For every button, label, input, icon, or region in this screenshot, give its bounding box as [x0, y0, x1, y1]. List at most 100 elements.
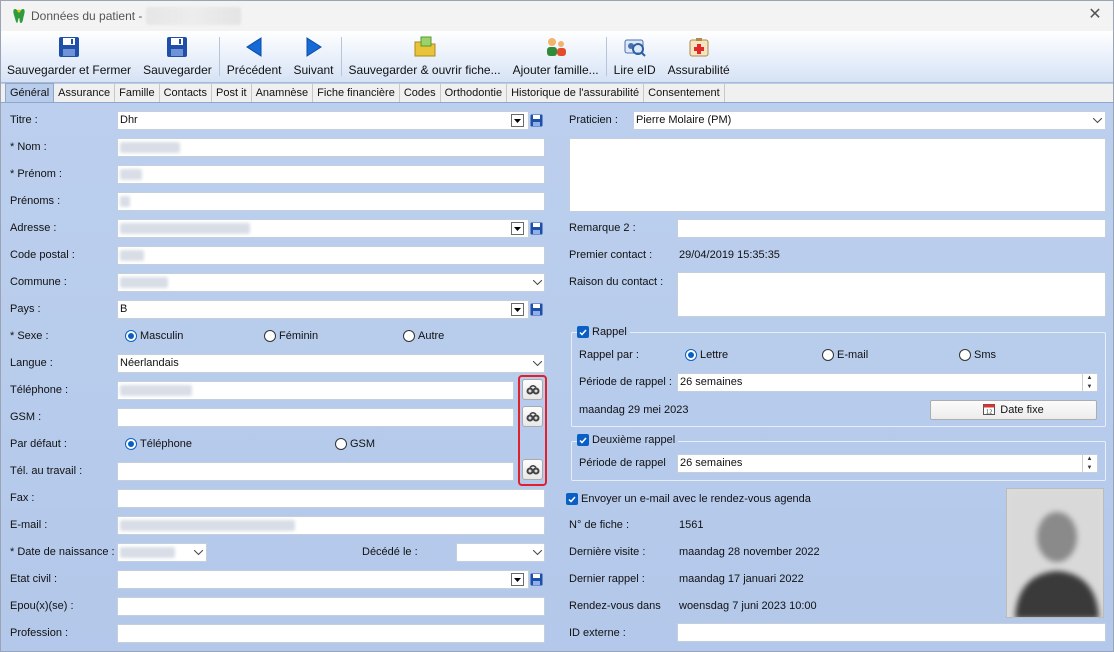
- sexe-feminin-radio[interactable]: Féminin: [264, 330, 318, 342]
- rappel-date-value: maandag 29 mei 2023: [579, 404, 689, 416]
- titre-save-icon[interactable]: [529, 113, 543, 127]
- id-card-icon: [622, 34, 648, 60]
- tab-contacts[interactable]: Contacts: [160, 84, 212, 102]
- tab-historique-assurabilite[interactable]: Historique de l'assurabilité: [507, 84, 645, 102]
- id-externe-input[interactable]: [677, 623, 1106, 642]
- etat-civil-label: Etat civil :: [10, 573, 58, 585]
- par-defaut-label: Par défaut :: [10, 438, 67, 450]
- email-input[interactable]: [117, 516, 545, 535]
- sexe-masculin-radio[interactable]: Masculin: [125, 330, 183, 342]
- spin-up-icon[interactable]: ▲: [1083, 455, 1096, 464]
- pays-save-icon[interactable]: [529, 302, 543, 316]
- insurability-button[interactable]: Assurabilité: [662, 31, 736, 82]
- prenoms-input[interactable]: [117, 192, 545, 211]
- adresse-dropdown-icon[interactable]: [511, 222, 524, 235]
- tab-fiche-financiere[interactable]: Fiche financière: [313, 84, 400, 102]
- pays-select[interactable]: B: [117, 300, 529, 319]
- chevron-down-icon[interactable]: [1091, 112, 1103, 129]
- check-icon: [577, 434, 589, 446]
- pays-dropdown-icon[interactable]: [511, 303, 524, 316]
- add-family-button[interactable]: Ajouter famille...: [507, 31, 605, 82]
- tel-travail-label: Tél. au travail :: [10, 465, 83, 477]
- toolbar: Sauvegarder et Fermer Sauvegarder Précéd…: [1, 31, 1113, 83]
- rappel-sms-radio[interactable]: Sms: [959, 349, 996, 361]
- pays-label: Pays :: [10, 303, 41, 315]
- derniere-visite-label: Dernière visite :: [569, 546, 646, 558]
- envoyer-email-checkbox[interactable]: Envoyer un e-mail avec le rendez-vous ag…: [566, 493, 811, 505]
- commune-label: Commune :: [10, 276, 67, 288]
- save-open-file-button[interactable]: Sauvegarder & ouvrir fiche...: [343, 31, 507, 82]
- remarque-textarea[interactable]: [569, 138, 1106, 212]
- rendez-vous-value: woensdag 7 juni 2023 10:00: [679, 600, 817, 612]
- periode-rappel2-spinner[interactable]: ▲ ▼: [1082, 455, 1096, 472]
- tab-anamnese[interactable]: Anamnèse: [252, 84, 314, 102]
- langue-label: Langue :: [10, 357, 53, 369]
- epoux-input[interactable]: [117, 597, 545, 616]
- code-postal-input[interactable]: [117, 246, 545, 265]
- gsm-input[interactable]: [117, 408, 514, 427]
- titre-dropdown-icon[interactable]: [511, 114, 524, 127]
- tab-famille[interactable]: Famille: [115, 84, 160, 102]
- patient-photo[interactable]: [1006, 488, 1104, 618]
- save-button[interactable]: Sauvegarder: [137, 31, 218, 82]
- nom-input[interactable]: [117, 138, 545, 157]
- redacted-value: [120, 546, 175, 558]
- rappel-lettre-radio[interactable]: Lettre: [685, 349, 728, 361]
- tab-consentement[interactable]: Consentement: [644, 84, 725, 102]
- date-fixe-button[interactable]: 12 Date fixe: [930, 400, 1097, 420]
- prenom-input[interactable]: [117, 165, 545, 184]
- telephone-input[interactable]: [117, 381, 514, 400]
- raison-contact-textarea[interactable]: [677, 272, 1106, 317]
- langue-select[interactable]: Néerlandais: [117, 354, 545, 373]
- previous-button[interactable]: Précédent: [221, 31, 288, 82]
- adresse-save-icon[interactable]: [529, 221, 543, 235]
- etat-civil-save-icon[interactable]: [529, 572, 543, 586]
- adresse-select[interactable]: [117, 219, 529, 238]
- periode-rappel2-input[interactable]: 26 semaines: [677, 454, 1098, 473]
- deuxieme-rappel-checkbox[interactable]: Deuxième rappel: [577, 434, 679, 446]
- fax-input[interactable]: [117, 489, 545, 508]
- sexe-autre-radio[interactable]: Autre: [403, 330, 444, 342]
- chevron-down-icon[interactable]: [531, 274, 543, 291]
- praticien-select[interactable]: Pierre Molaire (PM): [633, 111, 1106, 130]
- tab-codes[interactable]: Codes: [400, 84, 441, 102]
- spin-up-icon[interactable]: ▲: [1083, 374, 1096, 383]
- periode-rappel-input[interactable]: 26 semaines: [677, 373, 1098, 392]
- redacted-value: [120, 141, 180, 153]
- rappel-checkbox[interactable]: Rappel: [577, 326, 630, 338]
- remarque2-input[interactable]: [677, 219, 1106, 238]
- toolbar-separator: [340, 37, 342, 76]
- tab-assurance[interactable]: Assurance: [54, 84, 116, 102]
- id-externe-label: ID externe :: [569, 627, 626, 639]
- periode-rappel2-label: Période de rappel: [579, 457, 666, 469]
- chevron-down-icon[interactable]: [531, 355, 543, 372]
- titre-select[interactable]: Dhr: [117, 111, 529, 130]
- nom-label: * Nom :: [10, 141, 47, 153]
- derniere-visite-value: maandag 28 november 2022: [679, 546, 820, 558]
- defaut-gsm-radio[interactable]: GSM: [335, 438, 375, 450]
- prenoms-label: Prénoms :: [10, 195, 61, 207]
- spin-down-icon[interactable]: ▼: [1083, 464, 1096, 473]
- tab-orthodontie[interactable]: Orthodontie: [441, 84, 508, 102]
- tab-general[interactable]: Général: [5, 83, 55, 102]
- premier-contact-value: 29/04/2019 15:35:35: [679, 249, 780, 261]
- chevron-down-icon[interactable]: [531, 544, 543, 561]
- etat-civil-select[interactable]: [117, 570, 529, 589]
- redacted-value: [120, 519, 295, 531]
- commune-select[interactable]: [117, 273, 545, 292]
- close-icon[interactable]: ✕: [1087, 7, 1103, 23]
- defaut-telephone-radio[interactable]: Téléphone: [125, 438, 192, 450]
- rappel-email-radio[interactable]: E-mail: [822, 349, 868, 361]
- periode-rappel-spinner[interactable]: ▲ ▼: [1082, 374, 1096, 391]
- next-button[interactable]: Suivant: [287, 31, 339, 82]
- dernier-rappel-value: maandag 17 januari 2022: [679, 573, 804, 585]
- profession-input[interactable]: [117, 624, 545, 643]
- tab-post-it[interactable]: Post it: [212, 84, 252, 102]
- spin-down-icon[interactable]: ▼: [1083, 383, 1096, 392]
- etat-civil-dropdown-icon[interactable]: [511, 573, 524, 586]
- folder-icon: [412, 34, 438, 60]
- chevron-down-icon[interactable]: [192, 544, 204, 561]
- save-close-button[interactable]: Sauvegarder et Fermer: [1, 31, 137, 82]
- tel-travail-input[interactable]: [117, 462, 514, 481]
- read-eid-button[interactable]: Lire eID: [608, 31, 662, 82]
